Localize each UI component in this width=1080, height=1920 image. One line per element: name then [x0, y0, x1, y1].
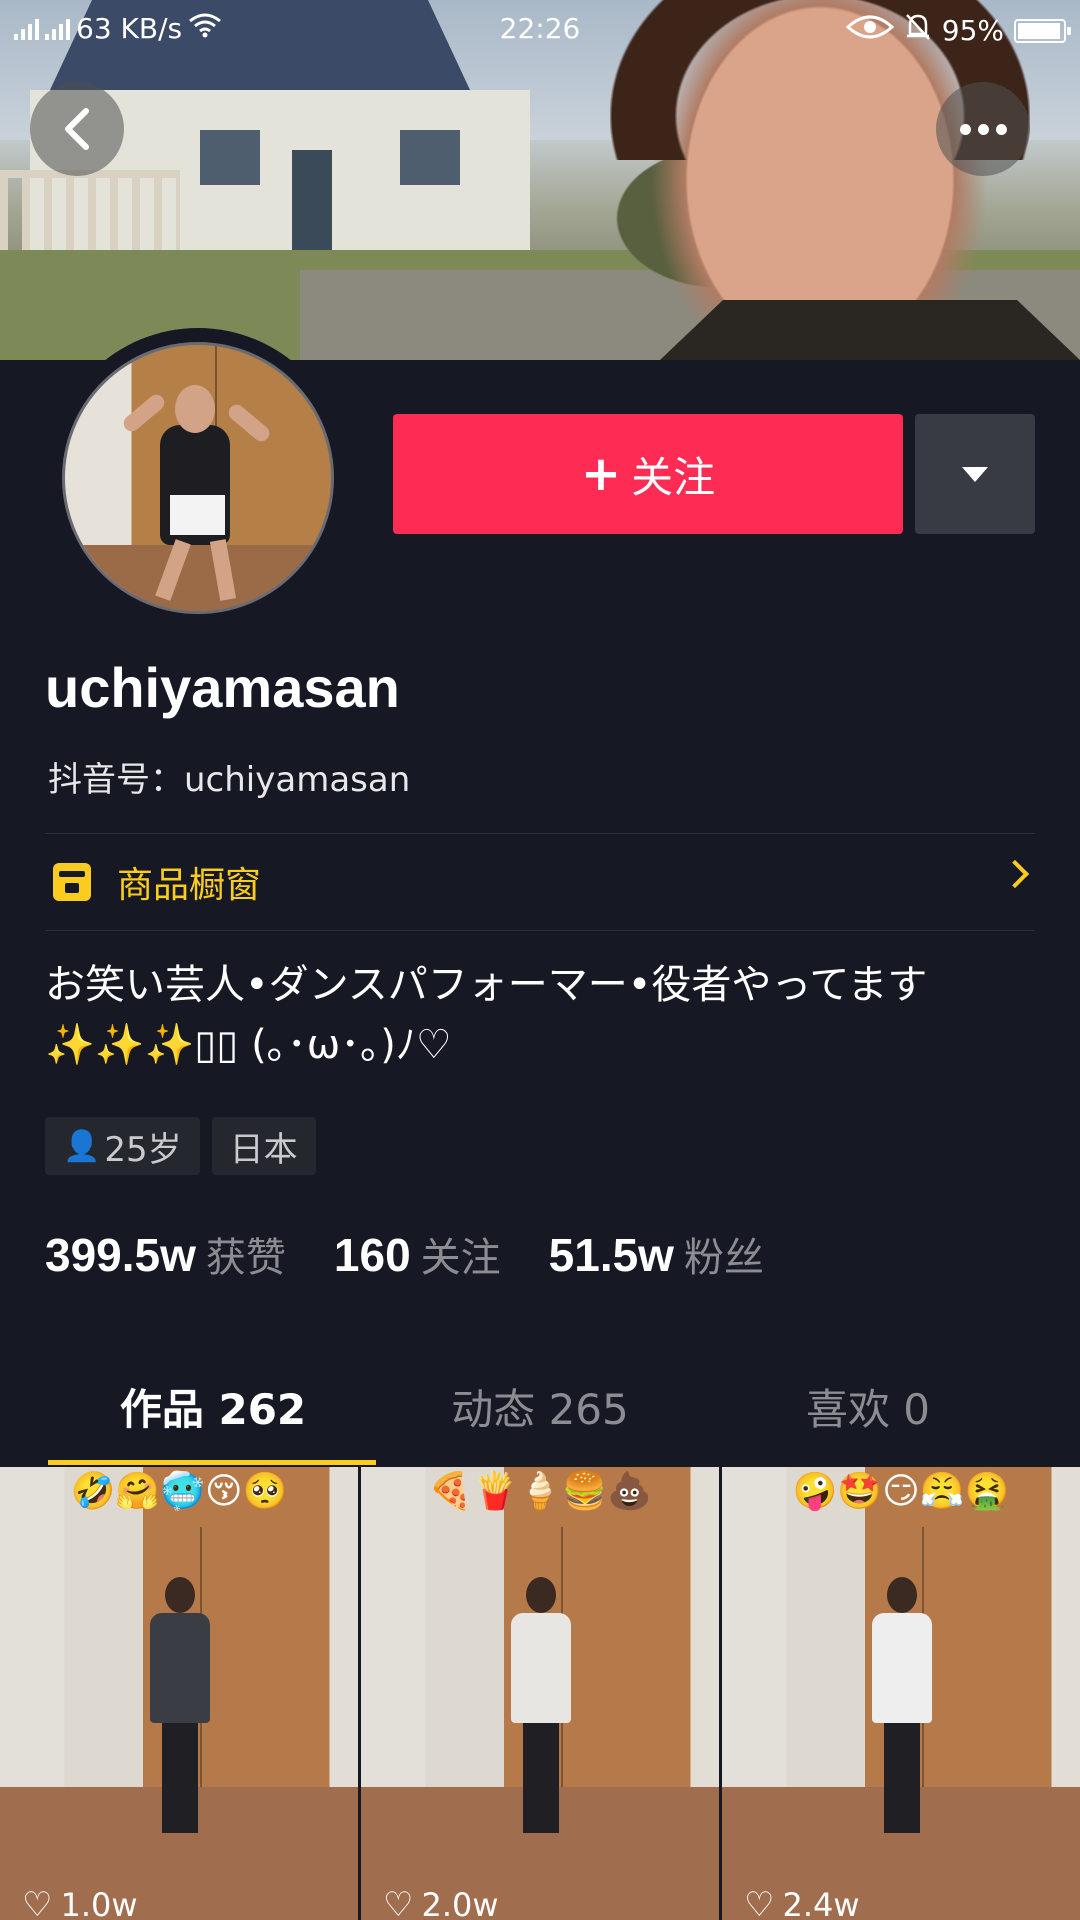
- battery-percent: 95%: [941, 14, 1004, 47]
- video-likes-count: 2.0w: [421, 1886, 499, 1920]
- age-tag: 👤 25岁: [45, 1117, 200, 1175]
- video-person: [511, 1577, 571, 1833]
- profile-nickname: uchiyamasan: [45, 656, 400, 719]
- video-likes-count: 2.4w: [782, 1886, 860, 1920]
- tab-works[interactable]: 作品 262: [33, 1370, 393, 1450]
- video-likes: ♡ 1.0w: [22, 1885, 138, 1920]
- more-options-button[interactable]: [936, 82, 1030, 176]
- mute-bell-icon: [904, 12, 932, 49]
- tab-moments[interactable]: 动态 265: [360, 1370, 720, 1450]
- region-tag: 日本: [211, 1117, 316, 1175]
- video-caption-emojis: 🤣🤗🥶😚🥺: [70, 1471, 288, 1512]
- heart-icon: ♡: [744, 1885, 775, 1920]
- video-person: [150, 1577, 210, 1833]
- eye-icon: [845, 13, 894, 48]
- video-thumbnail[interactable]: 🤪🤩😏😤🤮 ♡ 2.4w: [722, 1467, 1080, 1920]
- followers-count[interactable]: 51.5w: [549, 1228, 674, 1282]
- video-grid: 🤣🤗🥶😚🥺 ♡ 1.0w 🍕🍟🍦🍔💩 ♡ 2.0w 🤪🤩😏😤🤮 ♡ 2.4w: [0, 1467, 1080, 1920]
- video-person: [872, 1577, 932, 1833]
- shop-icon: [53, 863, 91, 901]
- video-caption-emojis: 🤪🤩😏😤🤮: [792, 1471, 1010, 1512]
- plus-icon: +: [580, 446, 622, 502]
- douyin-id: 抖音号：uchiyamasan: [48, 760, 411, 800]
- chevron-left-icon: [65, 108, 89, 150]
- age-label: 25岁: [104, 1129, 182, 1170]
- video-caption-emojis: 🍕🍟🍦🍔💩: [427, 1471, 653, 1512]
- profile-bio: お笑い芸人•ダンスパフォーマー•役者やってます✨✨✨▯▯ (｡･ω･｡)ﾉ♡: [45, 962, 928, 1068]
- heart-icon: ♡: [383, 1885, 414, 1920]
- avatar[interactable]: [62, 342, 334, 614]
- video-likes: ♡ 2.0w: [383, 1885, 499, 1920]
- video-likes: ♡ 2.4w: [744, 1885, 860, 1920]
- tab-indicator: [48, 1460, 376, 1465]
- video-thumbnail[interactable]: 🤣🤗🥶😚🥺 ♡ 1.0w: [0, 1467, 358, 1920]
- video-likes-count: 1.0w: [60, 1886, 138, 1920]
- caret-down-icon: [962, 466, 988, 482]
- profile-tags: 👤 25岁 日本: [45, 1117, 316, 1175]
- tab-likes[interactable]: 喜欢 0: [688, 1370, 1048, 1450]
- user-icon: 👤: [63, 1128, 101, 1164]
- back-button[interactable]: [30, 82, 124, 176]
- follow-button[interactable]: + 关注: [393, 414, 903, 534]
- shop-window-label: 商品橱窗: [117, 865, 262, 906]
- likes-label: 获赞: [205, 1235, 286, 1281]
- video-thumbnail[interactable]: 🍕🍟🍦🍔💩 ♡ 2.0w: [361, 1467, 719, 1920]
- region-label: 日本: [229, 1129, 298, 1170]
- likes-count: 399.5w: [45, 1229, 196, 1281]
- content-tabs: 作品 262 动态 265 喜欢 0: [0, 1370, 1080, 1470]
- more-dots-icon: [959, 123, 1007, 135]
- divider: [45, 930, 1035, 931]
- recommend-dropdown-button[interactable]: [915, 414, 1035, 534]
- status-bar: 63 KB/s 22:26 95%: [0, 0, 1080, 56]
- following-label[interactable]: 关注: [421, 1225, 501, 1283]
- following-count[interactable]: 160: [334, 1228, 411, 1282]
- shop-window-row[interactable]: 商品橱窗: [45, 834, 1035, 930]
- heart-icon: ♡: [22, 1885, 53, 1920]
- followers-label[interactable]: 粉丝: [684, 1225, 764, 1283]
- profile-stats: 399.5w 获赞 160 关注 51.5w 粉丝: [45, 1225, 812, 1283]
- battery-icon: [1014, 18, 1071, 43]
- follow-label: 关注: [631, 452, 716, 502]
- chevron-right-icon: [1000, 859, 1030, 889]
